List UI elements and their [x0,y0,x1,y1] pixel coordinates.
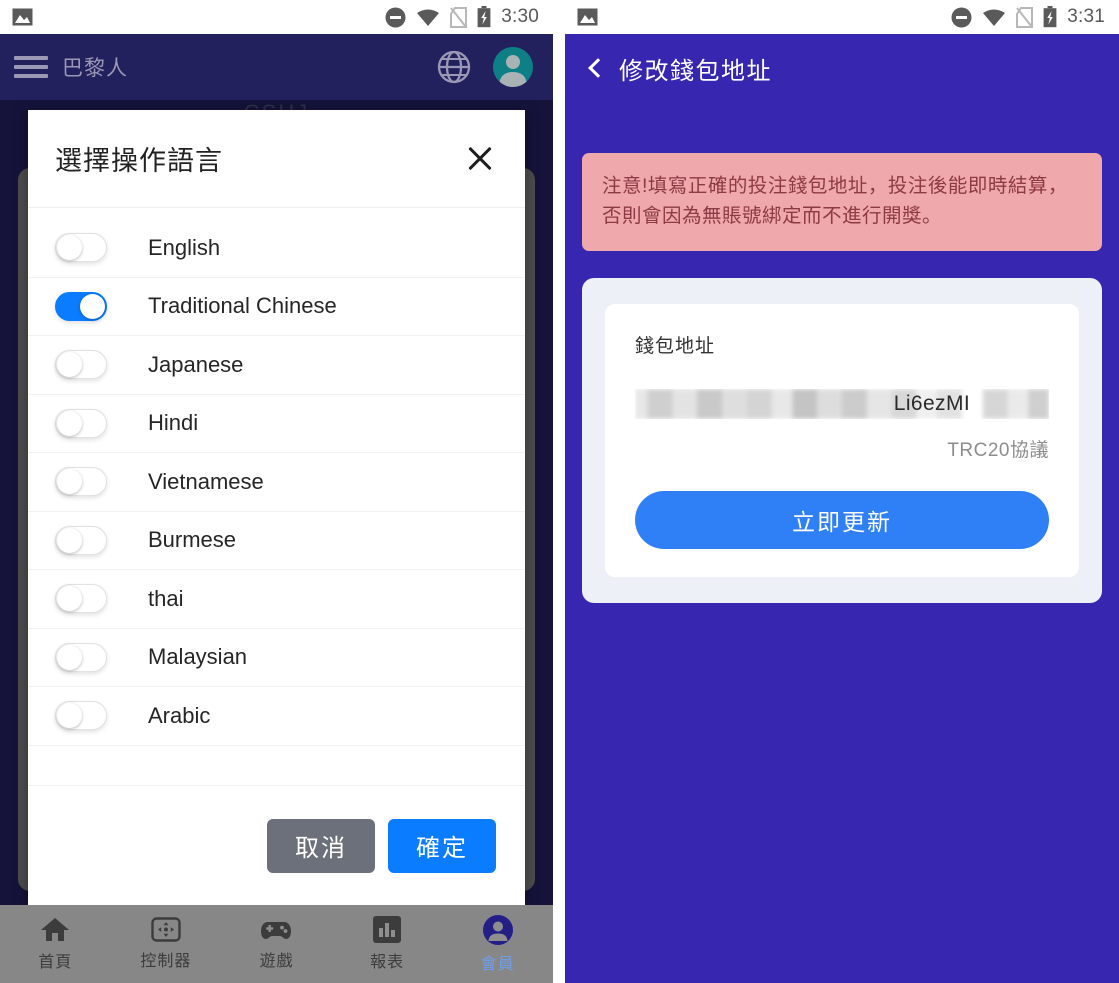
status-bar-left-icons [577,8,598,26]
nav-label: 遊戲 [259,952,294,970]
nav-label: 控制器 [140,953,192,970]
do-not-disturb-icon [951,7,972,27]
language-list: English Traditional Chinese Japanese Hin… [28,208,525,785]
language-label: Japanese [148,351,244,377]
image-icon [12,8,33,26]
list-item[interactable]: English [28,219,525,278]
home-icon [41,918,70,941]
language-dialog: 選擇操作語言 English Traditional Chinese Japan… [28,110,525,905]
member-icon [482,914,513,945]
list-item[interactable]: Malaysian [28,629,525,687]
nav-label: 首頁 [38,954,73,971]
protocol-label: TRC20協議 [947,440,1049,462]
language-toggle[interactable] [55,408,107,438]
status-bar-right-icons: 3:31 [951,6,1105,28]
app-title: 巴黎人 [62,57,128,80]
language-label: Hindi [148,410,199,436]
language-label: English [148,234,221,260]
avatar-icon [499,55,527,87]
confirm-button[interactable]: 確定 [388,818,496,873]
chevron-left-icon[interactable] [588,58,608,78]
battery-charging-icon [1043,6,1057,28]
wallet-address-field[interactable]: Li6ezMI [635,389,1049,420]
globe-icon[interactable] [437,50,471,84]
image-icon [577,8,598,26]
language-label: Vietnamese [148,468,264,494]
language-toggle[interactable] [55,525,107,555]
gamepad-icon [261,921,292,939]
redacted-address-blur [635,389,1049,420]
dialog-footer: 取消 確定 [28,785,525,905]
wifi-icon [417,9,440,26]
warning-banner: 注意!填寫正確的投注錢包地址，投注後能即時結算，否則會因為無賬號綁定而不進行開獎… [582,153,1102,252]
dialog-header: 選擇操作語言 [28,110,525,208]
dialog-title: 選擇操作語言 [55,146,223,176]
close-icon[interactable] [463,142,497,176]
status-bar-clock: 3:31 [1067,6,1105,27]
nav-item-home[interactable]: 首頁 [0,905,111,983]
language-toggle[interactable] [55,584,107,614]
chart-icon [373,916,402,943]
status-bar-left-icons [12,8,33,26]
right-status-bar: 3:31 [565,0,1119,34]
address-visible-fragment: Li6ezMI [893,392,971,416]
list-item[interactable]: Japanese [28,336,525,395]
language-label: Traditional Chinese [148,293,337,319]
left-status-bar: 3:30 [0,0,553,34]
wifi-icon [983,9,1006,26]
nav-item-member[interactable]: 會員 [442,905,553,983]
language-label: Arabic [148,702,211,728]
language-label: Burmese [148,527,237,553]
left-phone-screen: 3:30 巴黎人 選擇操作語言 English Traditional Chin… [0,0,553,983]
list-item[interactable]: Traditional Chinese [28,278,525,336]
warning-text: 注意!填寫正確的投注錢包地址，投注後能即時結算，否則會因為無賬號綁定而不進行開獎… [602,175,1068,228]
list-item[interactable]: Burmese [28,512,525,570]
language-toggle[interactable] [55,467,107,497]
right-app-bar: 修改錢包地址 [565,34,1119,102]
update-button[interactable]: 立即更新 [635,491,1049,550]
language-toggle[interactable] [55,701,107,731]
screen-divider [553,0,565,983]
language-label: Malaysian [148,644,248,670]
wallet-card-inner: 錢包地址 Li6ezMI TRC20協議 立即更新 [605,304,1079,578]
language-toggle[interactable] [55,350,107,380]
language-label: thai [148,585,184,611]
hamburger-icon[interactable] [14,56,48,78]
controller-icon [151,917,181,942]
app-bar-actions [437,47,533,87]
list-item[interactable]: thai [28,570,525,629]
list-item[interactable]: Hindi [28,395,525,453]
language-toggle[interactable] [55,642,107,672]
list-item[interactable]: Arabic [28,687,525,746]
battery-charging-icon [477,6,491,28]
wallet-card-outer: 錢包地址 Li6ezMI TRC20協議 立即更新 [582,278,1102,604]
nav-item-games[interactable]: 遊戲 [221,905,332,983]
status-bar-right-icons: 3:30 [385,6,539,28]
cancel-button[interactable]: 取消 [267,818,375,873]
list-item[interactable]: Vietnamese [28,453,525,512]
wallet-address-label: 錢包地址 [635,336,716,358]
avatar[interactable] [493,47,533,87]
page-title: 修改錢包地址 [619,57,772,85]
language-toggle[interactable] [55,233,107,263]
status-bar-clock: 3:30 [501,6,539,27]
left-app-bar: 巴黎人 [0,34,553,100]
language-toggle[interactable] [55,291,107,321]
no-sim-icon [450,6,468,28]
nav-item-reports[interactable]: 報表 [332,905,443,983]
do-not-disturb-icon [385,7,406,27]
nav-label: 會員 [480,955,515,973]
nav-label: 報表 [370,954,405,971]
nav-item-controller[interactable]: 控制器 [111,905,222,983]
dual-screenshot: 3:30 巴黎人 選擇操作語言 English Traditional Chin… [0,0,1119,983]
no-sim-icon [1016,6,1034,28]
bottom-navigation: 首頁 控制器 遊戲 報表 會員 [0,905,553,983]
right-phone-screen: 3:31 修改錢包地址 注意!填寫正確的投注錢包地址，投注後能即時結算，否則會因… [565,0,1119,983]
